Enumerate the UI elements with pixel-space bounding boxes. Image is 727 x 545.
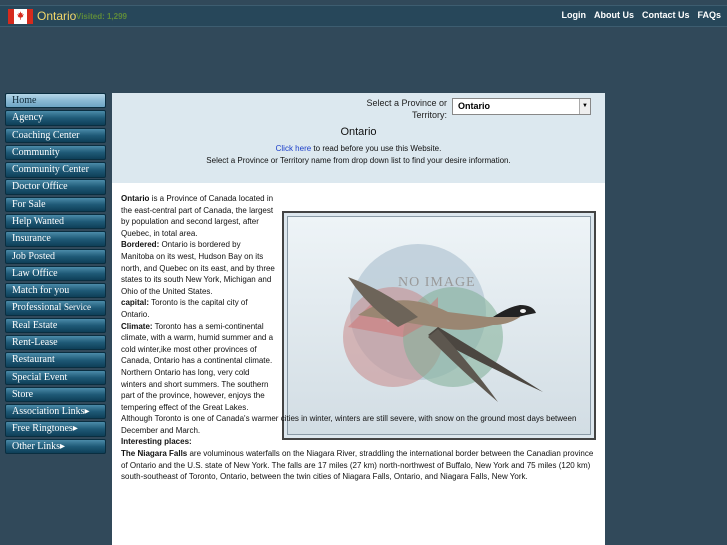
sidebar-item-label: Insurance [12,233,51,245]
article-intro-title: Ontario [121,194,150,203]
top-nav: Login About Us Contact Us FAQs [561,10,721,20]
content-panel: Select a Province or Territory: Ontario … [112,93,605,545]
faqs-link[interactable]: FAQs [697,10,721,20]
sidebar-item-free-ringtones[interactable]: Free Ringtones▸ [5,421,106,437]
sidebar-item-coaching-center[interactable]: Coaching Center [5,127,106,143]
article-niagara-label: The Niagara Falls [121,449,188,459]
sidebar-item-home[interactable]: Home [5,93,106,109]
sidebar-menu: Home Agency Coaching Center Community Co… [5,93,106,456]
article-capital: capital: Toronto is the capital city of … [121,297,275,320]
province-select-label: Select a Province or Territory: [366,98,447,120]
sidebar-item-doctor-office[interactable]: Doctor Office [5,179,106,195]
article-climate-wide: Although Toronto is one of Canada's warm… [121,414,577,435]
sidebar-item-label: Restaurant [12,354,55,366]
sidebar-item-label: Law Office [12,267,58,279]
sidebar-item-insurance[interactable]: Insurance [5,231,106,247]
about-us-link[interactable]: About Us [594,10,634,20]
canada-flag-icon [8,9,33,24]
sidebar-item-label: Rent-Lease [12,336,58,348]
sidebar-item-label: Coaching Center [12,129,80,141]
sidebar-item-real-estate[interactable]: Real Estate [5,317,106,334]
sidebar-item-law-office[interactable]: Law Office [5,265,106,282]
province-select[interactable]: Ontario ▼ [452,98,591,115]
maple-leaf-icon [17,11,24,20]
sidebar-item-professional-service[interactable]: Professional Service [5,300,106,316]
sidebar-item-label: Professional [12,302,62,314]
sidebar-item-label: Help Wanted [12,215,65,227]
sidebar-item-label: Free Ringtones▸ [12,423,78,435]
sidebar-item-label: Job Posted [12,250,56,262]
sidebar-item-label: Community Center [12,164,89,176]
sidebar-item-help-wanted[interactable]: Help Wanted [5,213,106,230]
visit-counter: Visited: 1,299 [76,12,127,21]
sidebar-item-label: Agency [12,112,44,124]
sidebar-item-label: Community [12,146,60,158]
sidebar-item-for-sale[interactable]: For Sale [5,196,106,213]
sidebar-item-special-event[interactable]: Special Event [5,369,106,385]
sidebar-item-community[interactable]: Community [5,144,106,161]
article-niagara: The Niagara Falls are voluminous waterfa… [121,448,597,483]
article-bordered: Bordered: Ontario is bordered by Manitob… [121,239,275,297]
article-intro: Ontario is a Province of Canada located … [121,193,275,239]
sidebar-item-label: Association Links▸ [12,406,90,418]
sidebar-item-label: Doctor Office [12,181,68,193]
read-notice: Click here to read before you use this W… [112,144,605,153]
article-places-heading: Interesting places: [121,436,597,448]
sidebar-item-label: Home [12,95,37,106]
page-title: Ontario [340,126,377,138]
province-select-value: Ontario [458,101,491,111]
article-places-label: Interesting places: [121,437,192,447]
sidebar-item-label: Other Links▸ [12,440,66,452]
login-link[interactable]: Login [561,10,586,20]
province-article: Ontario is a Province of Canada located … [121,193,597,483]
sidebar-item-agency[interactable]: Agency [5,110,106,126]
article-bordered-label: Bordered: [121,240,160,250]
sidebar-item-restaurant[interactable]: Restaurant [5,352,106,368]
sidebar-item-association-links[interactable]: Association Links▸ [5,404,106,420]
article-climate-label: Climate: [121,321,153,331]
contact-us-link[interactable]: Contact Us [642,10,690,20]
sidebar-item-label: Real Estate [12,319,58,331]
sidebar-item-rent-lease[interactable]: Rent-Lease [5,334,106,351]
sidebar-item-label: For Sale [12,198,46,210]
sidebar-item-store[interactable]: Store [5,386,106,403]
sidebar-item-label: Special Event [12,371,68,383]
sidebar-item-job-posted[interactable]: Job Posted [5,248,106,264]
sidebar-item-label-small: Service [63,302,91,313]
sidebar-item-label: Match for you [12,285,70,297]
article-niagara-text: are voluminous waterfalls on the Niagara… [121,449,594,482]
sidebar-item-other-links[interactable]: Other Links▸ [5,438,106,455]
click-here-link[interactable]: Click here [276,144,312,153]
article-climate-text: Toronto has a semi-continental climate, … [121,321,274,412]
chevron-down-icon[interactable]: ▼ [579,99,590,114]
read-notice-text: to read before you use this Website. [311,144,442,153]
sidebar-item-match-for-you[interactable]: Match for you [5,283,106,299]
site-name[interactable]: Ontario [37,9,76,23]
article-climate: Climate: Toronto has a semi-continental … [121,321,275,414]
article-capital-label: capital: [121,298,150,308]
content-header: Select a Province or Territory: Ontario … [112,93,605,183]
sidebar-item-label: Store [12,388,34,400]
top-bar: Ontario Visited: 1,299 Login About Us Co… [0,5,727,27]
select-instructions: Select a Province or Territory name from… [206,156,511,165]
sidebar-item-community-center[interactable]: Community Center [5,162,106,178]
